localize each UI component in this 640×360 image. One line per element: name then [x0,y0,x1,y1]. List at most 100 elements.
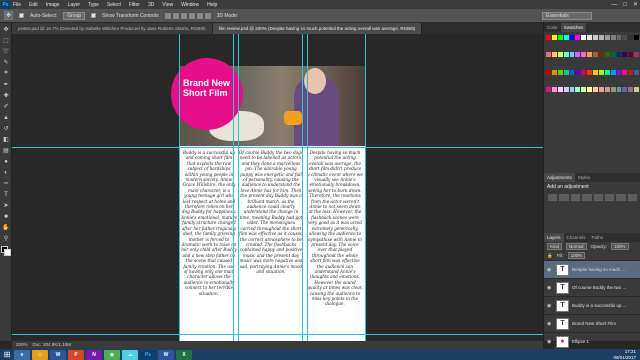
menu-type[interactable]: Type [88,2,99,8]
guide-line[interactable] [233,34,234,341]
swatch-color[interactable] [557,86,563,92]
tab-styles[interactable]: Styles [575,173,593,182]
swatch-color[interactable] [628,69,634,75]
opacity-field[interactable]: 100% [611,243,629,250]
swatch-color[interactable] [610,52,616,58]
swatch-color[interactable] [604,52,610,58]
swatch-color[interactable] [622,69,628,75]
swatch-color[interactable] [581,69,587,75]
guide-line[interactable] [12,147,543,148]
swatch-color[interactable] [546,52,551,58]
swatch-color[interactable] [593,35,598,40]
layer-row[interactable]: ◉ T Despite having so much ... [544,260,640,278]
swatch-color[interactable] [546,35,551,40]
tab-paths[interactable]: Paths [589,233,607,242]
windows-start-icon[interactable]: ⊞ [0,349,14,360]
swatch-color[interactable] [563,86,569,92]
type-icon[interactable]: T [1,190,11,199]
history-brush-icon[interactable]: ↺ [1,124,11,133]
swatch-color[interactable] [604,69,610,75]
background-color-swatch[interactable] [4,249,11,256]
swatch-color[interactable] [563,52,569,58]
visibility-eye-icon[interactable]: ◉ [547,303,553,309]
guide-line[interactable] [307,34,308,341]
menu-image[interactable]: Image [46,2,60,8]
swatch-color[interactable] [575,86,581,92]
swatch-color[interactable] [546,69,551,75]
maximize-icon[interactable]: □ [623,2,627,8]
file-explorer-icon[interactable]: ▭ [32,349,48,360]
swatch-color[interactable] [557,35,563,40]
guide-line[interactable] [302,34,303,341]
align-bottom-icon[interactable] [180,12,187,19]
swatch-color[interactable] [551,69,557,75]
align-middle-icon[interactable] [172,12,179,19]
tab-channels[interactable]: Channels [564,233,589,242]
lasso-icon[interactable]: ➰ [1,47,11,56]
visibility-eye-icon[interactable]: ◉ [547,321,553,327]
menu-layer[interactable]: Layer [68,2,81,8]
vibrance-icon[interactable] [593,194,603,201]
layer-row[interactable]: ◉ T Brand New Short Film [544,314,640,332]
swatch-color[interactable] [587,86,592,92]
auto-select-checkbox[interactable] [19,13,24,18]
canvas-area[interactable]: Brand New Short Film Buddy is a successf… [12,34,543,341]
menu-edit[interactable]: Edit [29,2,38,8]
visibility-eye-icon[interactable]: ◉ [547,267,553,273]
menu-file[interactable]: File [13,2,21,8]
cloud-icon[interactable]: ☁ [122,349,138,360]
hand-icon[interactable]: ✋ [1,223,11,232]
menu-window[interactable]: Window [181,2,199,8]
kind-filter-dropdown[interactable]: Kind [547,243,563,250]
swatch-color[interactable] [628,52,634,58]
align-center-icon[interactable] [196,12,203,19]
crop-icon[interactable]: ⌗ [1,69,11,78]
swatch-color[interactable] [587,52,592,58]
swatch-color[interactable] [569,86,575,92]
swatch-color[interactable] [593,69,598,75]
align-top-icon[interactable] [164,12,171,19]
menu-select[interactable]: Select [107,2,121,8]
swatch-color[interactable] [622,52,628,58]
zoom-icon[interactable]: ⚲ [1,234,11,243]
gradient-icon[interactable]: ▤ [1,146,11,155]
swatches-grid[interactable] [546,35,639,103]
minimize-icon[interactable]: — [611,2,617,8]
swatch-color[interactable] [616,86,622,92]
word-icon[interactable]: W [50,349,66,360]
layer-row[interactable]: ◉ ● Ellipse 1 [544,332,640,350]
zoom-level[interactable]: 200% [16,342,28,347]
guide-line[interactable] [179,34,180,341]
swatch-color[interactable] [575,35,581,40]
menu-filter[interactable]: Filter [129,2,140,8]
excel-icon[interactable]: X [176,349,192,360]
swatch-color[interactable] [593,86,598,92]
swatch-color[interactable] [622,35,628,40]
move-tool-icon[interactable]: ✥ [4,11,13,20]
quick-select-icon[interactable]: ✎ [1,58,11,67]
blend-mode-dropdown[interactable]: Normal [566,243,587,250]
powerpoint-icon[interactable]: P [68,349,84,360]
swatch-color[interactable] [622,86,628,92]
swatch-color[interactable] [598,52,604,58]
tab-layers[interactable]: Layers [544,233,564,242]
onenote-icon[interactable]: N [86,349,102,360]
tab-color[interactable]: Color [544,23,561,32]
healing-icon[interactable]: ✚ [1,91,11,100]
swatch-color[interactable] [616,35,622,40]
exposure-icon[interactable] [582,194,592,201]
guide-line[interactable] [12,334,543,335]
align-left-icon[interactable] [188,12,195,19]
swatch-color[interactable] [628,35,634,40]
brush-icon[interactable]: ✐ [1,102,11,111]
align-right-icon[interactable] [204,12,211,19]
swatch-color[interactable] [581,52,587,58]
hue-saturation-icon[interactable] [604,194,615,201]
swatch-color[interactable] [587,35,592,40]
swatch-color[interactable] [575,52,581,58]
swatch-color[interactable] [598,69,604,75]
close-icon[interactable]: ✕ [633,1,638,8]
visibility-eye-icon[interactable]: ◉ [547,285,553,291]
levels-icon[interactable] [559,194,569,201]
path-select-icon[interactable]: ➤ [1,201,11,210]
